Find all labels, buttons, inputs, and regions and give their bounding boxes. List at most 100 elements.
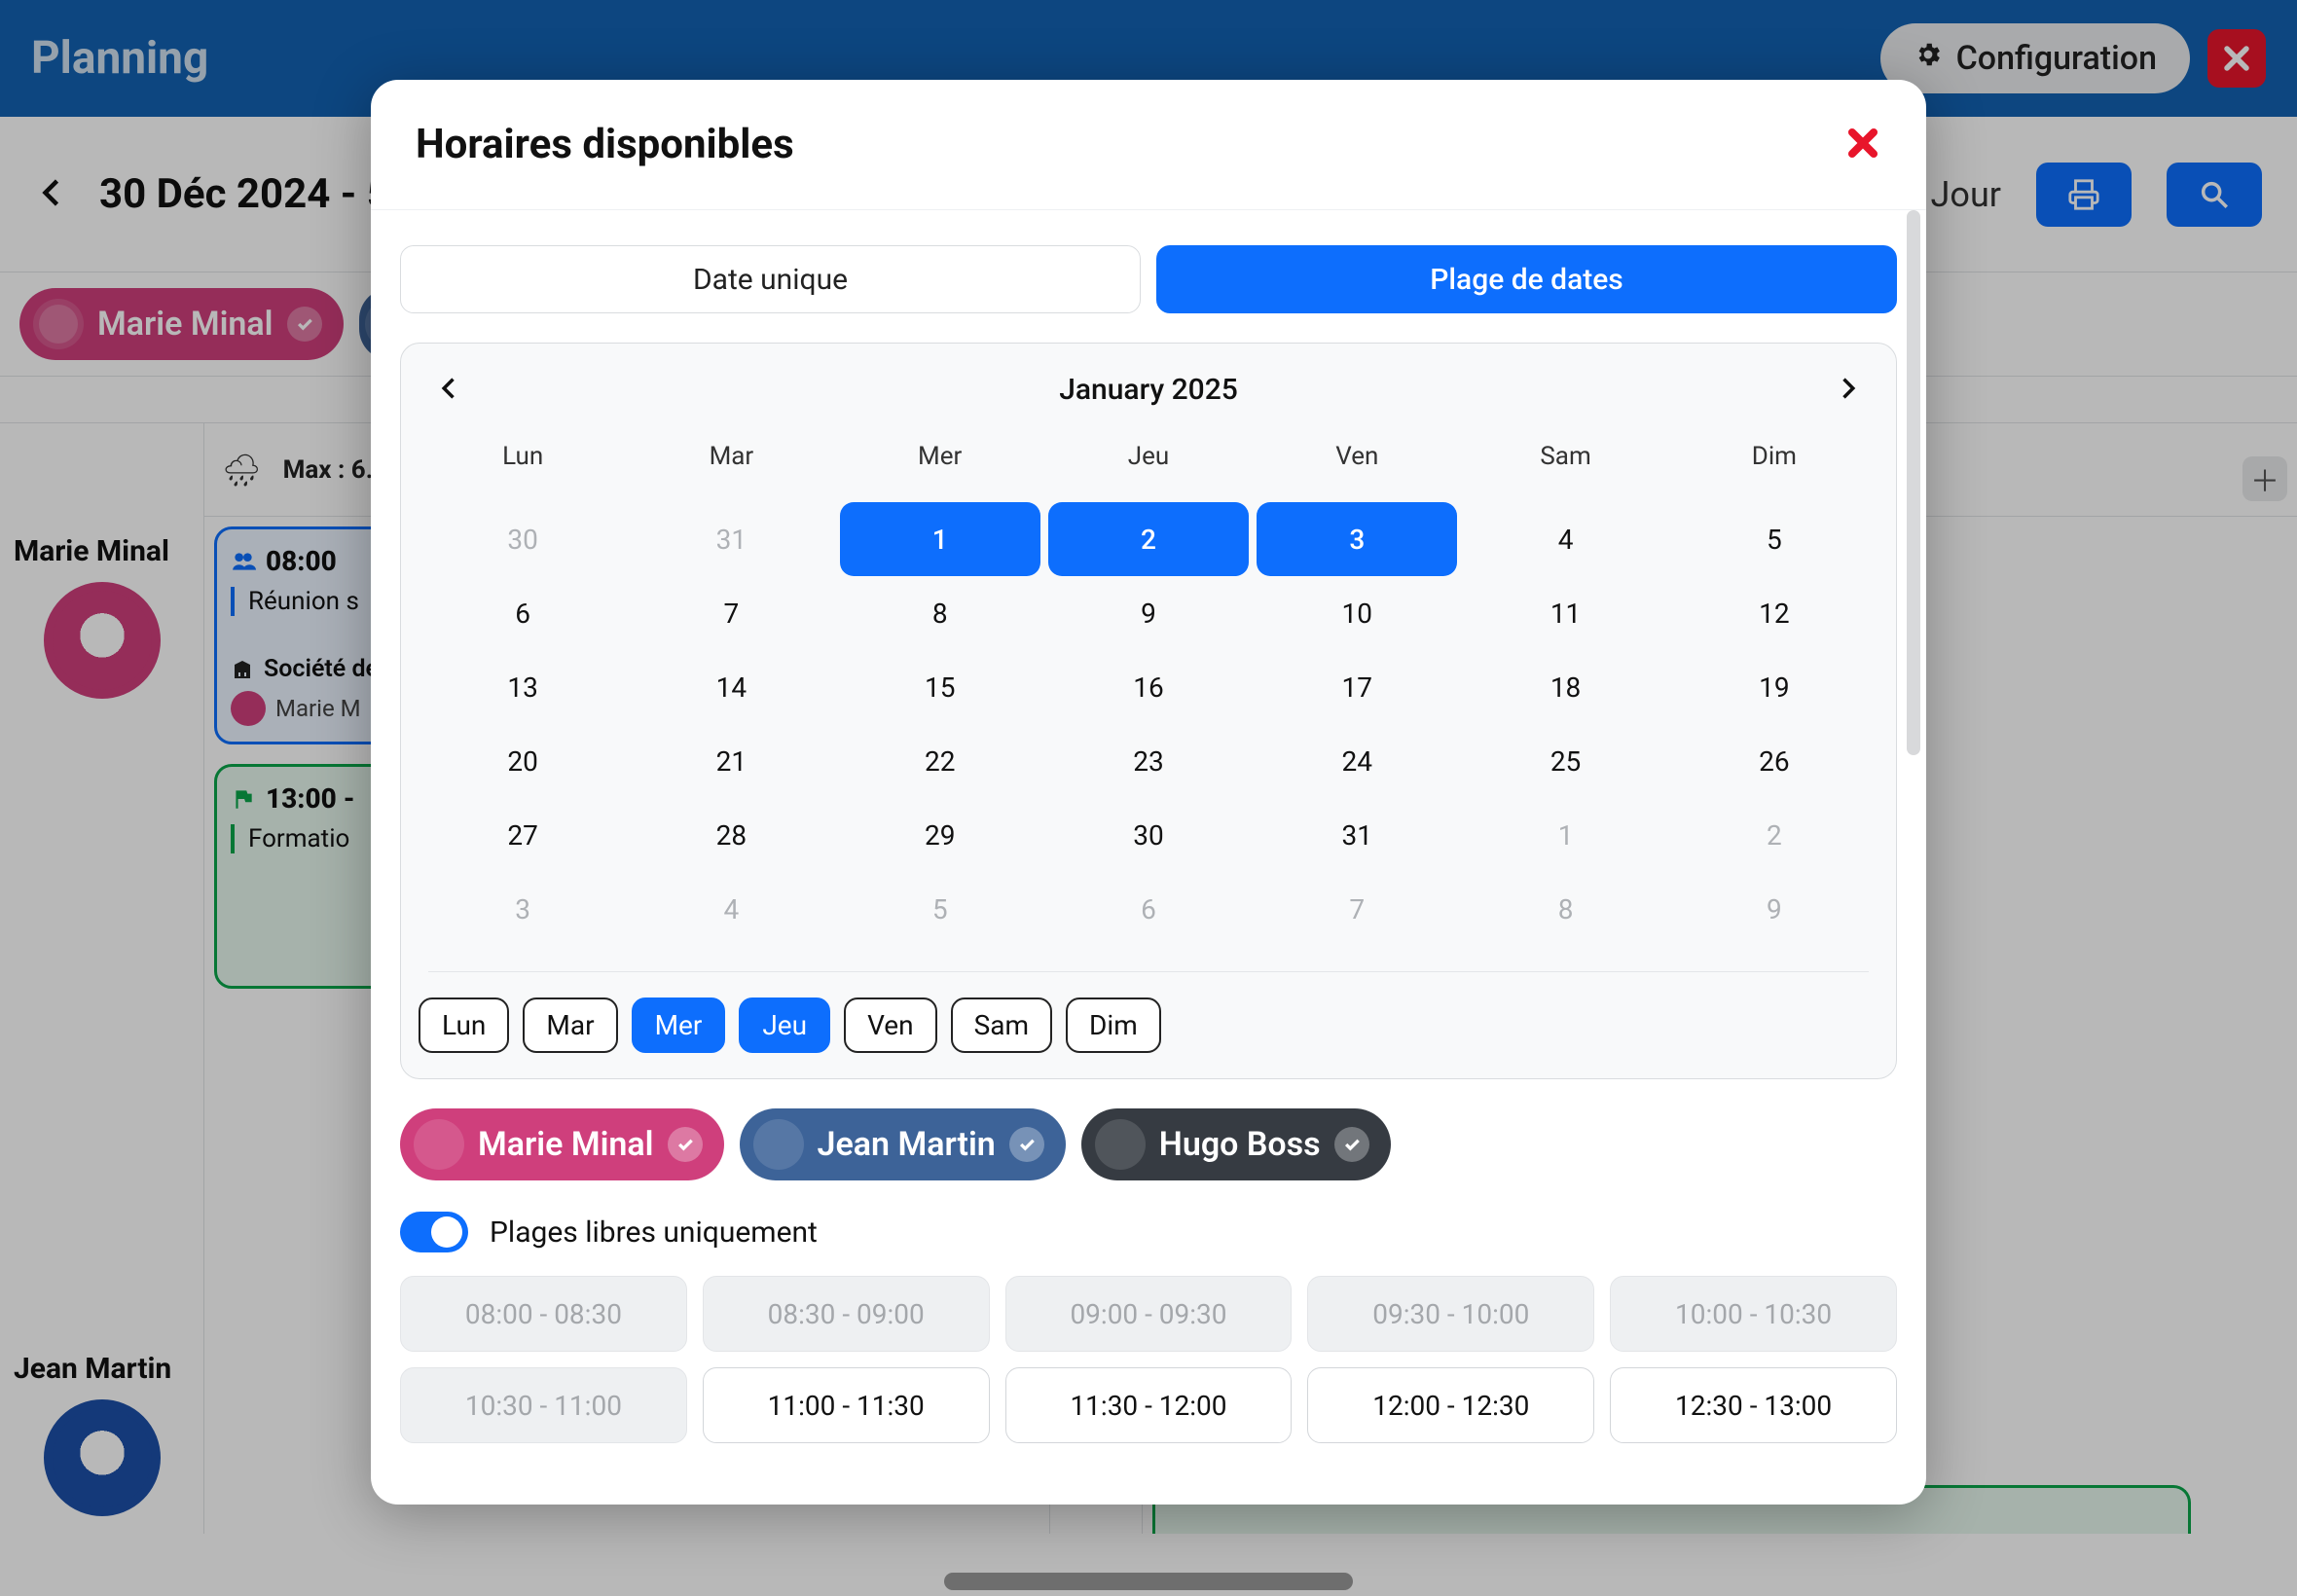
calendar-day[interactable]: 14 bbox=[627, 650, 835, 724]
calendar-day[interactable]: 23 bbox=[1044, 724, 1253, 798]
time-slot[interactable]: 12:00 - 12:30 bbox=[1307, 1367, 1594, 1443]
rail-person: Jean Martin bbox=[0, 1334, 203, 1534]
calendar-day[interactable]: 9 bbox=[1670, 872, 1878, 946]
close-app-button[interactable] bbox=[2207, 29, 2266, 88]
calendar-day[interactable]: 1 bbox=[840, 502, 1040, 576]
calendar-day[interactable]: 21 bbox=[627, 724, 835, 798]
next-month-button[interactable] bbox=[1834, 375, 1861, 406]
calendar-day[interactable]: 11 bbox=[1461, 576, 1669, 650]
weekday-chip[interactable]: Ven bbox=[844, 998, 937, 1053]
view-day-label[interactable]: Jour bbox=[1931, 174, 2001, 215]
configuration-label: Configuration bbox=[1956, 39, 2157, 78]
weekday-chip[interactable]: Sam bbox=[951, 998, 1052, 1053]
calendar-day[interactable]: 5 bbox=[836, 872, 1044, 946]
calendar-day[interactable]: 20 bbox=[419, 724, 627, 798]
scrollbar-thumb[interactable] bbox=[1907, 210, 1920, 755]
calendar-day[interactable]: 31 bbox=[627, 502, 835, 576]
search-button[interactable] bbox=[2167, 163, 2262, 227]
calendar-dow-row: LunMarMerJeuVenSamDim bbox=[419, 428, 1878, 485]
calendar-day[interactable]: 19 bbox=[1670, 650, 1878, 724]
calendar-day[interactable]: 6 bbox=[419, 576, 627, 650]
mode-single-date[interactable]: Date unique bbox=[400, 245, 1141, 313]
weekday-chip[interactable]: Mar bbox=[523, 998, 617, 1053]
calendar-dow: Ven bbox=[1253, 428, 1461, 485]
free-only-toggle[interactable] bbox=[400, 1212, 468, 1252]
calendar-day[interactable]: 1 bbox=[1461, 798, 1669, 872]
check-icon bbox=[1334, 1127, 1369, 1162]
modal-header: Horaires disponibles bbox=[371, 80, 1926, 210]
calendar-day[interactable]: 30 bbox=[1044, 798, 1253, 872]
time-slot-grid: 08:00 - 08:3008:30 - 09:0009:00 - 09:300… bbox=[400, 1276, 1897, 1443]
weekday-chip[interactable]: Lun bbox=[419, 998, 509, 1053]
calendar-day[interactable]: 28 bbox=[627, 798, 835, 872]
calendar: January 2025 LunMarMerJeuVenSamDim 30311… bbox=[400, 343, 1897, 1079]
calendar-day[interactable]: 25 bbox=[1461, 724, 1669, 798]
calendar-day[interactable]: 2 bbox=[1670, 798, 1878, 872]
time-slot[interactable]: 11:00 - 11:30 bbox=[703, 1367, 990, 1443]
modal-close-button[interactable] bbox=[1844, 125, 1881, 165]
person-chip-marie[interactable]: Marie Minal bbox=[19, 288, 344, 360]
calendar-day[interactable]: 15 bbox=[836, 650, 1044, 724]
weekday-chip[interactable]: Jeu bbox=[739, 998, 830, 1053]
calendar-day[interactable]: 2 bbox=[1048, 502, 1249, 576]
left-rail: Marie Minal Jean Martin bbox=[0, 517, 204, 1534]
calendar-day[interactable]: 10 bbox=[1253, 576, 1461, 650]
time-slot: 10:00 - 10:30 bbox=[1610, 1276, 1897, 1352]
check-icon bbox=[1009, 1127, 1044, 1162]
mode-date-range[interactable]: Plage de dates bbox=[1156, 245, 1897, 313]
check-icon bbox=[668, 1127, 703, 1162]
time-slot[interactable]: 11:30 - 12:00 bbox=[1005, 1367, 1293, 1443]
print-button[interactable] bbox=[2036, 163, 2132, 227]
calendar-day[interactable]: 7 bbox=[627, 576, 835, 650]
person-chip-jean[interactable]: Jean Martin bbox=[740, 1108, 1066, 1180]
calendar-day[interactable]: 6 bbox=[1044, 872, 1253, 946]
calendar-day[interactable]: 8 bbox=[1461, 872, 1669, 946]
calendar-day[interactable]: 3 bbox=[419, 872, 627, 946]
calendar-dow: Dim bbox=[1670, 428, 1878, 485]
calendar-day[interactable]: 5 bbox=[1670, 502, 1878, 576]
event-time: 13:00 - bbox=[266, 782, 355, 815]
avatar-icon bbox=[753, 1119, 804, 1170]
prev-week-button[interactable] bbox=[35, 175, 70, 214]
building-icon bbox=[231, 658, 254, 681]
configuration-button[interactable]: Configuration bbox=[1880, 23, 2190, 93]
calendar-day[interactable]: 30 bbox=[419, 502, 627, 576]
person-chip-marie[interactable]: Marie Minal bbox=[400, 1108, 724, 1180]
calendar-day[interactable]: 3 bbox=[1257, 502, 1457, 576]
calendar-day[interactable]: 16 bbox=[1044, 650, 1253, 724]
calendar-day[interactable]: 18 bbox=[1461, 650, 1669, 724]
print-icon bbox=[2067, 178, 2100, 211]
time-slot: 08:00 - 08:30 bbox=[400, 1276, 687, 1352]
calendar-day[interactable]: 8 bbox=[836, 576, 1044, 650]
calendar-day[interactable]: 22 bbox=[836, 724, 1044, 798]
weekday-chip[interactable]: Dim bbox=[1066, 998, 1161, 1053]
avatar bbox=[44, 582, 161, 699]
calendar-day[interactable]: 13 bbox=[419, 650, 627, 724]
add-event-button[interactable]: ＋ bbox=[2242, 456, 2287, 501]
avatar-icon bbox=[1095, 1119, 1146, 1170]
time-slot[interactable]: 12:30 - 13:00 bbox=[1610, 1367, 1897, 1443]
person-chip-label: Hugo Boss bbox=[1159, 1125, 1321, 1164]
mode-segmented: Date unique Plage de dates bbox=[400, 245, 1897, 313]
calendar-day[interactable]: 17 bbox=[1253, 650, 1461, 724]
calendar-day[interactable]: 4 bbox=[1461, 502, 1669, 576]
calendar-day[interactable]: 12 bbox=[1670, 576, 1878, 650]
calendar-day[interactable]: 27 bbox=[419, 798, 627, 872]
calendar-day[interactable]: 4 bbox=[627, 872, 835, 946]
rail-name: Jean Martin bbox=[14, 1352, 190, 1386]
calendar-day[interactable]: 9 bbox=[1044, 576, 1253, 650]
calendar-day[interactable]: 24 bbox=[1253, 724, 1461, 798]
available-slots-modal: Horaires disponibles Date unique Plage d… bbox=[371, 80, 1926, 1505]
calendar-day[interactable]: 29 bbox=[836, 798, 1044, 872]
prev-month-button[interactable] bbox=[436, 375, 463, 406]
person-chip-hugo[interactable]: Hugo Boss bbox=[1081, 1108, 1391, 1180]
time-slot: 09:30 - 10:00 bbox=[1307, 1276, 1594, 1352]
calendar-day[interactable]: 26 bbox=[1670, 724, 1878, 798]
time-slot: 10:30 - 11:00 bbox=[400, 1367, 687, 1443]
calendar-day[interactable]: 7 bbox=[1253, 872, 1461, 946]
weekday-filter-chips: Lun Mar MerJeu Ven Sam Dim bbox=[419, 998, 1878, 1053]
weekday-chip[interactable]: Mer bbox=[632, 998, 726, 1053]
time-slot: 09:00 - 09:30 bbox=[1005, 1276, 1293, 1352]
calendar-day[interactable]: 31 bbox=[1253, 798, 1461, 872]
avatar bbox=[44, 1399, 161, 1516]
